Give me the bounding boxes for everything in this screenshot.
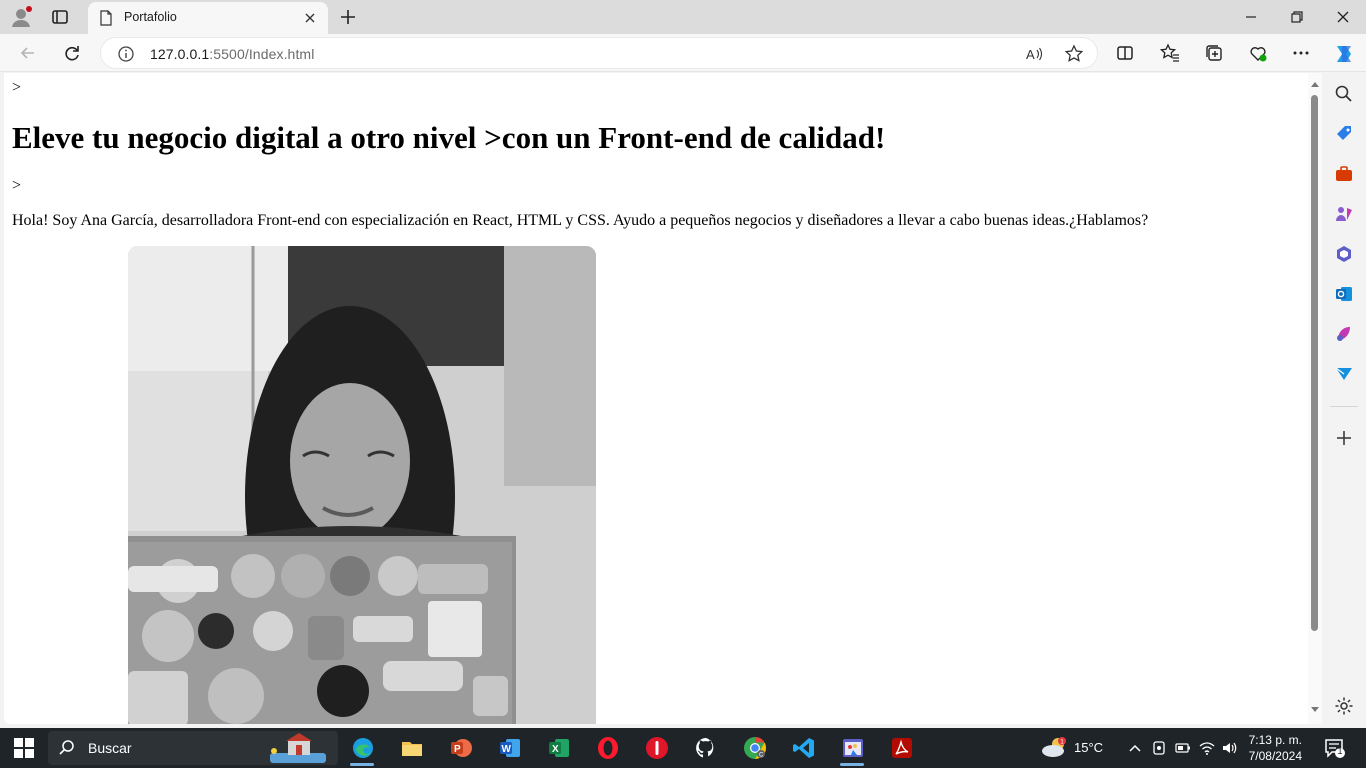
taskbar-search[interactable]: Buscar	[48, 731, 338, 765]
clock-date: 7/08/2024	[1248, 749, 1302, 763]
taskbar-excel-icon[interactable]: X	[538, 728, 578, 768]
taskbar-github-icon[interactable]	[685, 728, 725, 768]
outlook-icon[interactable]	[1334, 284, 1354, 304]
weather-cloud-icon: 1	[1042, 737, 1066, 757]
taskbar-word-icon[interactable]: W	[489, 728, 529, 768]
page-viewport: > Eleve tu negocio digital a otro nivel …	[4, 73, 1322, 724]
back-icon[interactable]	[18, 43, 38, 63]
clock-time: 7:13 p. m.	[1248, 733, 1302, 747]
close-window-icon[interactable]	[1333, 7, 1353, 27]
svg-text:X: X	[552, 744, 559, 755]
portrait-photo-icon	[128, 246, 596, 724]
weather-widget[interactable]: 1 15°C	[1040, 734, 1110, 762]
svg-text:A: A	[1026, 47, 1035, 62]
url-path: :5500/Index.html	[209, 46, 315, 62]
sidebar-add-icon[interactable]	[1334, 428, 1354, 448]
close-tab-icon[interactable]	[302, 10, 318, 26]
taskbar-powerpoint-icon[interactable]: P	[440, 728, 480, 768]
scrollbar-thumb[interactable]	[1311, 95, 1318, 631]
page-scrollbar[interactable]	[1308, 73, 1322, 724]
minimize-icon[interactable]	[1241, 7, 1261, 27]
tab-title: Portafolio	[124, 10, 177, 24]
copilot-icon[interactable]	[1332, 42, 1356, 66]
tab-portafolio[interactable]: Portafolio	[88, 2, 328, 34]
profile-avatar-icon[interactable]	[10, 6, 32, 28]
taskbar-vscode-icon[interactable]	[783, 728, 823, 768]
taskbar-opera-gx-icon[interactable]	[636, 728, 676, 768]
favorites-icon[interactable]	[1159, 43, 1180, 63]
wifi-icon[interactable]	[1199, 740, 1215, 756]
collections-icon[interactable]	[1204, 43, 1224, 63]
battery-icon[interactable]	[1175, 740, 1191, 756]
profile-photo	[128, 246, 596, 724]
svg-text:C: C	[759, 753, 764, 759]
search-highlight-illustration-icon	[260, 731, 332, 765]
sidebar-divider	[1330, 406, 1358, 407]
intro-paragraph: Hola! Soy Ana García, desarrolladora Fro…	[12, 212, 1149, 229]
send-message-icon[interactable]	[1334, 364, 1354, 384]
designer-icon[interactable]	[1334, 324, 1354, 344]
edge-sidebar	[1322, 72, 1366, 728]
taskbar-paint-icon[interactable]	[832, 728, 872, 768]
taskbar-opera-icon[interactable]	[587, 728, 627, 768]
taskbar-acrobat-icon[interactable]	[881, 728, 921, 768]
stray-text-mid: >	[12, 177, 22, 194]
taskbar-clock[interactable]: 7:13 p. m. 7/08/2024	[1240, 732, 1302, 764]
svg-text:W: W	[502, 744, 512, 755]
weather-temperature: 15°C	[1074, 740, 1104, 755]
notifications-icon[interactable]: 1	[1324, 738, 1346, 758]
url-text: 127.0.0.1:5500/Index.html	[150, 46, 314, 62]
tab-actions-icon[interactable]	[50, 7, 70, 27]
windows-start-icon[interactable]	[14, 738, 34, 758]
refresh-icon[interactable]	[62, 43, 82, 63]
taskbar-file-explorer-icon[interactable]	[391, 728, 431, 768]
windows-taskbar: Buscar P W X C 1 15°C 7:13 p. m. 7/08/20…	[0, 728, 1366, 768]
games-icon[interactable]	[1334, 204, 1354, 224]
site-info-icon[interactable]	[117, 45, 135, 63]
new-tab-icon[interactable]	[338, 7, 358, 27]
sidebar-settings-icon[interactable]	[1334, 696, 1354, 716]
notification-count: 1	[1337, 746, 1343, 756]
url-host: 127.0.0.1	[150, 46, 210, 62]
address-bar[interactable]: 127.0.0.1:5500/Index.html A	[100, 37, 1098, 69]
taskbar-chrome-icon[interactable]: C	[734, 728, 774, 768]
shopping-tag-icon[interactable]	[1334, 124, 1354, 144]
taskbar-edge-icon[interactable]	[342, 728, 382, 768]
browser-essentials-icon[interactable]	[1248, 43, 1268, 63]
hero-title: Eleve tu negocio digital a otro nivel >c…	[12, 120, 886, 155]
read-aloud-icon[interactable]: A	[1024, 44, 1044, 64]
taskbar-search-icon	[58, 739, 76, 757]
volume-icon[interactable]	[1221, 740, 1237, 756]
stray-text-top: >	[12, 79, 22, 96]
more-options-icon[interactable]	[1291, 43, 1311, 63]
favorite-star-icon[interactable]	[1064, 44, 1084, 64]
page-icon	[98, 10, 114, 26]
svg-text:P: P	[454, 744, 461, 755]
browser-toolbar: 127.0.0.1:5500/Index.html A	[0, 34, 1366, 72]
microsoft-365-icon[interactable]	[1334, 244, 1354, 264]
taskbar-search-placeholder: Buscar	[88, 740, 132, 756]
split-screen-icon[interactable]	[1115, 43, 1135, 63]
sidebar-search-icon[interactable]	[1334, 84, 1354, 104]
tools-briefcase-icon[interactable]	[1334, 164, 1354, 184]
browser-tab-bar: Portafolio	[0, 0, 1366, 34]
show-hidden-icons-chevron-icon[interactable]	[1127, 740, 1143, 756]
restore-icon[interactable]	[1287, 7, 1307, 27]
tray-app-icon[interactable]	[1151, 740, 1167, 756]
